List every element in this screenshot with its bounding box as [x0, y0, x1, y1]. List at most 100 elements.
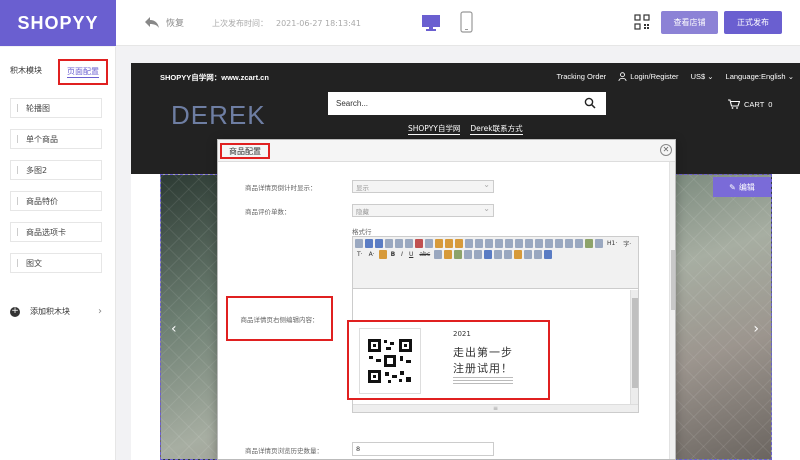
undo-icon[interactable]: [365, 239, 373, 248]
template-icon[interactable]: [405, 239, 413, 248]
add-block-label: 添加积木块: [30, 307, 70, 316]
search-icon[interactable]: [584, 97, 596, 109]
tab-page-config[interactable]: 页面配置: [58, 59, 108, 85]
history-count-input[interactable]: 8: [352, 442, 494, 456]
language-select[interactable]: Language:English ⌄: [726, 72, 794, 81]
desktop-icon[interactable]: [421, 12, 441, 32]
undo-label: 恢复: [166, 18, 185, 29]
align-center-icon[interactable]: [475, 239, 483, 248]
paste-text-icon[interactable]: [445, 239, 453, 248]
modal-title: 商品配置: [220, 143, 270, 159]
strike-button[interactable]: abc: [417, 250, 432, 259]
unlink-icon[interactable]: [534, 250, 543, 259]
highlight-icon[interactable]: [378, 250, 387, 259]
history-count-label: 商品详情页浏览历史数量：: [245, 447, 323, 455]
pencil-icon: ✎: [729, 182, 736, 192]
justify-icon[interactable]: [495, 239, 503, 248]
chevron-right-icon[interactable]: ›: [753, 321, 759, 337]
currency-select[interactable]: US$ ⌄: [691, 72, 714, 81]
preview-icon[interactable]: [385, 239, 393, 248]
mobile-icon[interactable]: [460, 11, 473, 33]
review-count-select[interactable]: 隐藏: [352, 204, 494, 217]
editor-scrollbar[interactable]: [630, 290, 638, 404]
source-icon[interactable]: [355, 239, 363, 248]
heading-dropdown[interactable]: H1·: [605, 239, 619, 248]
table-icon[interactable]: [484, 250, 493, 259]
copy-icon[interactable]: [425, 239, 433, 248]
modal-scrollbar-thumb[interactable]: [671, 250, 675, 310]
ordered-list-icon[interactable]: [505, 239, 513, 248]
cut-icon[interactable]: [415, 239, 423, 248]
tab-blocks[interactable]: 积木模块: [10, 65, 42, 76]
hr-icon[interactable]: [494, 250, 503, 259]
link-icon[interactable]: [524, 250, 533, 259]
sidebar-item-product-tabs[interactable]: 商品选项卡: [10, 222, 102, 242]
edit-button[interactable]: ✎ 编辑: [713, 177, 771, 197]
sidebar-item-single-product[interactable]: 单个商品: [10, 129, 102, 149]
anchor-icon[interactable]: [514, 250, 523, 259]
line-height-icon[interactable]: [434, 250, 443, 259]
outdent-icon[interactable]: [535, 239, 543, 248]
currency-label: US$: [690, 72, 706, 81]
add-block-button[interactable]: + 添加积木块 ›: [10, 306, 102, 317]
print-icon[interactable]: [395, 239, 403, 248]
close-icon[interactable]: ✕: [660, 144, 672, 156]
store-logo[interactable]: DEREK: [171, 100, 266, 131]
flash-icon[interactable]: [464, 250, 473, 259]
sidebar-item-image-text[interactable]: 图文: [10, 253, 102, 273]
modal-scrollbar[interactable]: [669, 162, 675, 459]
image-icon[interactable]: [444, 250, 453, 259]
editor-image-content[interactable]: 2021 走出第一步 注册试用！: [347, 320, 550, 400]
subscript-icon[interactable]: [545, 239, 553, 248]
redo-icon[interactable]: [375, 239, 383, 248]
emoticon-icon[interactable]: [504, 250, 513, 259]
sidebar-item-multi-image[interactable]: 多图2: [10, 160, 102, 180]
countdown-select[interactable]: 显示: [352, 180, 494, 193]
editor-toolbar: H1· 字· T· A· B I U abc: [353, 237, 638, 289]
qr-code-icon[interactable]: [634, 14, 650, 30]
store-search-input[interactable]: Search...: [328, 92, 606, 115]
top-bar: SHOPYY 恢复 上次发布时间： 2021-06-27 18:13:41 查看店…: [0, 0, 800, 46]
text-color-button[interactable]: A·: [367, 250, 377, 259]
paste-word-icon[interactable]: [455, 239, 463, 248]
review-count-label: 商品评价单数：: [245, 208, 291, 216]
poster-year: 2021: [453, 330, 471, 338]
italic-button[interactable]: I: [399, 250, 405, 259]
store-nav-link[interactable]: Derek联系方式: [470, 123, 523, 135]
track-order-link[interactable]: Tracking Order: [556, 72, 606, 81]
store-site-name: SHOPYY自学网：www.zcart.cn: [160, 73, 269, 82]
multi-image-icon[interactable]: [454, 250, 463, 259]
sidebar-item-special-offer[interactable]: 商品特价: [10, 191, 102, 211]
align-right-icon[interactable]: [485, 239, 493, 248]
about-icon[interactable]: [544, 250, 553, 259]
cart-link[interactable]: CART 0: [728, 99, 772, 109]
tab-page-config-label: 页面配置: [67, 67, 99, 78]
sidebar-item-carousel[interactable]: 轮播图: [10, 98, 102, 118]
font-size-dropdown[interactable]: T·: [355, 250, 365, 259]
publish-button[interactable]: 正式发布: [724, 11, 782, 34]
login-register-link[interactable]: Login/Register: [618, 72, 679, 81]
view-store-button[interactable]: 查看店铺: [661, 11, 718, 34]
store-top-links: Tracking Order Login/Register US$ ⌄ Lang…: [556, 72, 794, 81]
store-nav-link[interactable]: SHOPYY自学网: [408, 123, 461, 135]
unordered-list-icon[interactable]: [515, 239, 523, 248]
sidebar: 积木模块 页面配置 轮播图 单个商品 多图2 商品特价 商品选项卡 图文 + 添…: [0, 47, 116, 460]
font-family-dropdown[interactable]: 字·: [621, 239, 633, 248]
select-all-icon[interactable]: [575, 239, 583, 248]
chevron-left-icon[interactable]: ‹: [171, 321, 177, 337]
superscript-icon[interactable]: [555, 239, 563, 248]
underline-button[interactable]: U: [407, 250, 415, 259]
indent-icon[interactable]: [525, 239, 533, 248]
media-icon[interactable]: [474, 250, 483, 259]
align-left-icon[interactable]: [465, 239, 473, 248]
undo-button[interactable]: 恢复: [144, 15, 184, 29]
user-icon: [618, 72, 627, 81]
clear-format-icon[interactable]: [565, 239, 573, 248]
editor-scrollbar-thumb[interactable]: [632, 298, 638, 388]
editor-resize-handle[interactable]: ≡: [353, 404, 638, 412]
last-publish-time: 2021-06-27 18:13:41: [276, 19, 361, 28]
paste-icon[interactable]: [435, 239, 443, 248]
format-brush-icon[interactable]: [585, 239, 593, 248]
fullscreen-icon[interactable]: [595, 239, 603, 248]
bold-button[interactable]: B: [389, 250, 398, 259]
